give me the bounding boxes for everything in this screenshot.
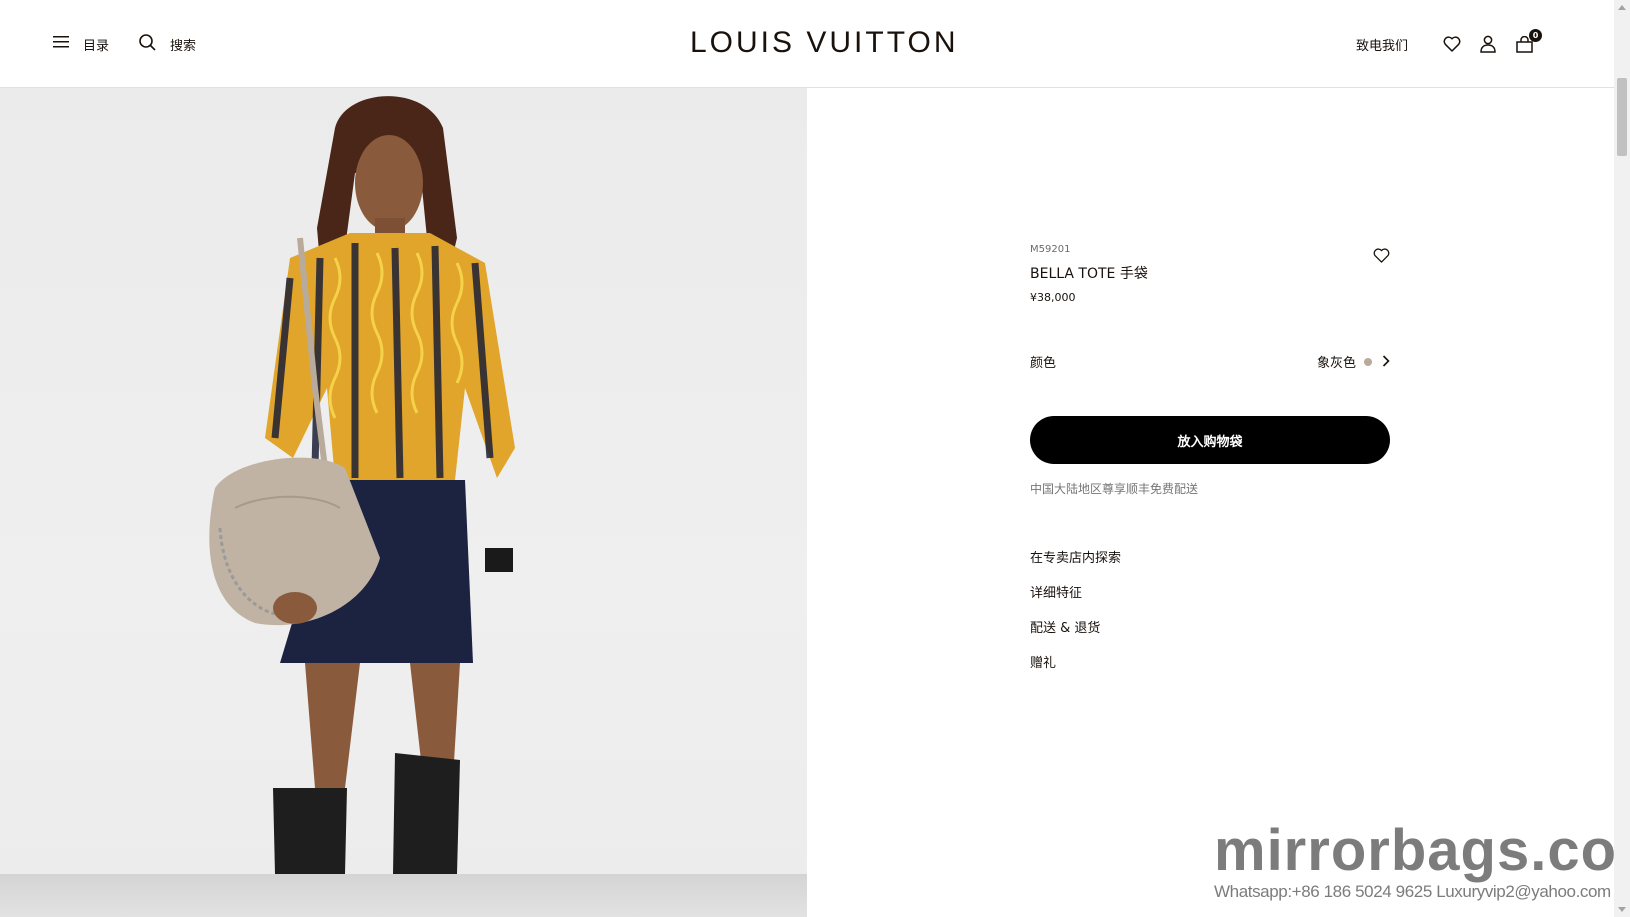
bag-button[interactable]: 0 xyxy=(1512,29,1542,56)
color-value: 象灰色 xyxy=(1316,356,1356,371)
shipping-note: 中国大陆地区尊享顺丰免费配送 xyxy=(1030,482,1199,496)
site-header: 目录 搜索 LOUIS VUITTON 致电我们 0 xyxy=(0,0,1614,88)
account-button[interactable] xyxy=(1476,32,1500,56)
search-icon xyxy=(139,33,156,55)
product-links: 在专卖店内探索 详细特征 配送 & 退货 赠礼 xyxy=(1030,547,1390,671)
product-info-panel: M59201 BELLA TOTE 手袋 ¥38,000 颜色 象灰色 放入购物… xyxy=(1030,244,1390,687)
header-right-nav: 致电我们 0 xyxy=(1356,29,1542,58)
search-button[interactable]: 搜索 xyxy=(139,33,197,55)
link-product-details[interactable]: 详细特征 xyxy=(1030,582,1390,601)
product-name: BELLA TOTE 手袋 xyxy=(1030,266,1148,282)
heart-icon xyxy=(1373,248,1390,263)
color-label: 颜色 xyxy=(1030,356,1057,371)
search-label: 搜索 xyxy=(170,38,197,54)
header-left-nav: 目录 搜索 xyxy=(53,32,196,56)
watermark: mirrorbags.com Whatsapp:+86 186 5024 962… xyxy=(1214,818,1630,902)
bag-count-badge: 0 xyxy=(1529,29,1542,42)
product-photo xyxy=(209,96,515,874)
watermark-contact: Whatsapp:+86 186 5024 9625 Luxuryvip2@ya… xyxy=(1214,882,1611,901)
next-image-preview[interactable] xyxy=(0,874,807,917)
link-gifting[interactable]: 赠礼 xyxy=(1030,652,1390,671)
add-to-bag-button[interactable]: 放入购物袋 xyxy=(1030,416,1390,464)
chevron-right-icon xyxy=(1382,352,1390,371)
watermark-site: mirrorbags.com xyxy=(1214,818,1630,883)
color-selector[interactable]: 颜色 象灰色 xyxy=(1030,352,1390,371)
heart-icon xyxy=(1443,36,1461,52)
person-icon xyxy=(1480,35,1496,53)
product-price: ¥38,000 xyxy=(1030,291,1076,304)
call-us-link[interactable]: 致电我们 xyxy=(1356,35,1408,54)
menu-button[interactable]: 目录 xyxy=(53,35,109,54)
menu-label: 目录 xyxy=(83,38,110,54)
wishlist-button[interactable] xyxy=(1440,32,1464,56)
color-swatch xyxy=(1364,357,1372,366)
add-to-wishlist-button[interactable] xyxy=(1373,248,1390,267)
link-delivery-returns[interactable]: 配送 & 退货 xyxy=(1030,617,1390,636)
scroll-down-arrow[interactable] xyxy=(1618,907,1626,912)
scroll-thumb[interactable] xyxy=(1617,78,1627,156)
product-image-carousel[interactable] xyxy=(0,88,807,917)
hamburger-icon xyxy=(53,35,69,53)
scroll-up-arrow[interactable] xyxy=(1618,5,1626,10)
product-sku: M59201 xyxy=(1030,244,1071,255)
link-explore-in-store[interactable]: 在专卖店内探索 xyxy=(1030,547,1390,566)
brand-logo[interactable]: LOUIS VUITTON xyxy=(690,26,955,60)
page-scrollbar[interactable] xyxy=(1614,0,1630,917)
color-value-group: 象灰色 xyxy=(1317,352,1390,371)
